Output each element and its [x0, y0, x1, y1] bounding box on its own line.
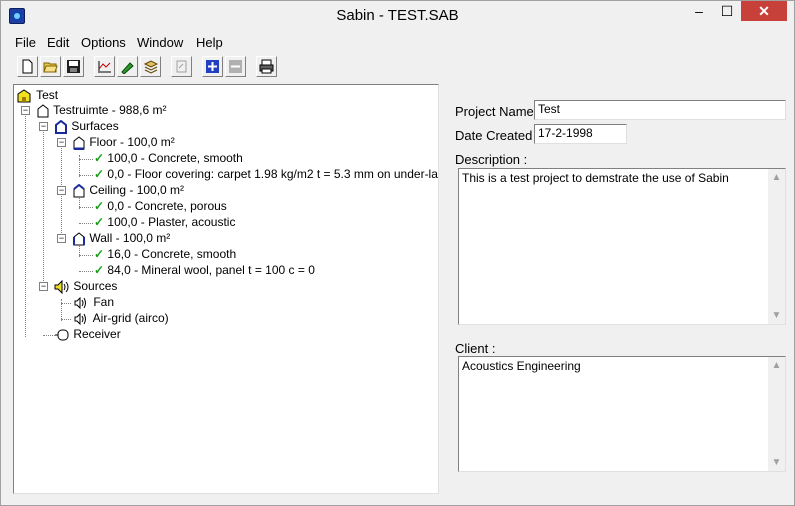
description-text: This is a test project to demstrate the …	[462, 171, 729, 185]
tree-line	[43, 123, 44, 289]
paint-icon	[121, 62, 134, 74]
print-button[interactable]	[256, 56, 277, 77]
check-icon: ✓	[94, 263, 105, 277]
tree-line	[79, 159, 93, 160]
collapse-toggle[interactable]: −	[39, 282, 48, 291]
collapse-toggle[interactable]: −	[21, 106, 30, 115]
tree-item-material[interactable]: ✓ 84,0 - Mineral wool, panel t = 100 c =…	[94, 262, 315, 278]
check-icon: ✓	[94, 151, 105, 165]
collapse-toggle[interactable]: −	[57, 186, 66, 195]
client-textarea[interactable]: Acoustics Engineering ▲ ▼	[458, 356, 786, 472]
tree-line	[61, 303, 71, 304]
check-icon: ✓	[94, 247, 105, 261]
add-icon	[206, 60, 219, 73]
save-icon	[67, 60, 80, 73]
speaker-icon	[54, 279, 69, 295]
menu-edit[interactable]: Edit	[47, 35, 69, 50]
client-text: Acoustics Engineering	[462, 359, 581, 373]
surfaces-icon	[55, 119, 67, 134]
minimize-button[interactable]: –	[685, 1, 713, 21]
scroll-down-icon[interactable]: ▼	[768, 307, 785, 324]
maximize-button[interactable]: ☐	[713, 1, 741, 21]
collapse-toggle[interactable]: −	[57, 234, 66, 243]
tree-item-material[interactable]: ✓ 100,0 - Plaster, acoustic	[94, 214, 235, 230]
wall-icon	[73, 232, 85, 246]
small-speaker-icon	[74, 312, 86, 326]
scroll-up-icon[interactable]: ▲	[768, 357, 785, 374]
open-icon	[43, 62, 58, 73]
tree-item-room[interactable]: Testruimte - 988,6 m²	[36, 102, 167, 118]
tree-item-source[interactable]: Air-grid (airco)	[72, 310, 169, 326]
tree-line	[79, 271, 93, 272]
description-textarea[interactable]: This is a test project to demstrate the …	[458, 168, 786, 325]
tree-root[interactable]: Test	[17, 87, 58, 103]
tree-item-material[interactable]: ✓ 100,0 - Concrete, smooth	[94, 150, 243, 166]
collapse-toggle[interactable]: −	[39, 122, 48, 131]
tree-item-wall[interactable]: Wall - 100,0 m²	[72, 230, 170, 246]
tree-item-material[interactable]: ✓ 0,0 - Floor covering: carpet 1.98 kg/m…	[94, 166, 438, 182]
save-button[interactable]	[63, 56, 84, 77]
tree-item-sources[interactable]: Sources	[54, 278, 117, 295]
receiver-icon	[55, 329, 69, 341]
tree-item-ceiling[interactable]: Ceiling - 100,0 m²	[72, 182, 184, 198]
check-icon: ✓	[94, 167, 105, 181]
print-icon	[259, 59, 274, 74]
edit-icon	[176, 60, 187, 73]
paint-button[interactable]	[117, 56, 138, 77]
tree-line	[25, 107, 26, 337]
project-name-label: Project Name :	[455, 104, 541, 119]
window-title: Sabin - TEST.SAB	[336, 7, 459, 24]
tree-line	[79, 223, 93, 224]
client-label: Client :	[455, 341, 496, 356]
remove-button[interactable]	[225, 56, 246, 77]
tree-item-source[interactable]: Fan	[72, 294, 114, 310]
ceiling-icon	[73, 183, 85, 198]
tree-item-surfaces[interactable]: Surfaces	[54, 118, 119, 134]
add-button[interactable]	[202, 56, 223, 77]
tree-item-receiver[interactable]: Receiver	[54, 326, 121, 342]
layers-icon	[143, 60, 158, 74]
room-icon	[37, 104, 49, 118]
tree-line	[79, 207, 93, 208]
toolbar	[1, 54, 794, 82]
menu-window[interactable]: Window	[137, 35, 183, 50]
title-bar: Sabin - TEST.SAB – ☐ ✕	[1, 1, 794, 31]
description-scrollbar[interactable]: ▲ ▼	[768, 169, 785, 324]
new-button[interactable]	[17, 56, 38, 77]
tree-line	[79, 175, 93, 176]
menu-options[interactable]: Options	[81, 35, 126, 50]
client-scrollbar[interactable]: ▲ ▼	[768, 357, 785, 471]
tree-item-material[interactable]: ✓ 16,0 - Concrete, smooth	[94, 246, 236, 262]
tree-item-floor[interactable]: Floor - 100,0 m²	[72, 134, 175, 151]
project-tree[interactable]: Test − Testruimte - 988,6 m² − Surfaces …	[13, 84, 439, 494]
remove-icon	[229, 60, 242, 73]
date-created-field[interactable]: 17-2-1998	[534, 124, 627, 144]
menu-file[interactable]: File	[15, 35, 36, 50]
scroll-down-icon[interactable]: ▼	[768, 454, 785, 471]
menu-help[interactable]: Help	[196, 35, 223, 50]
floor-icon	[73, 136, 85, 151]
small-speaker-icon	[74, 296, 86, 310]
date-created-label: Date Created :	[455, 128, 540, 143]
menu-bar: File Edit Options Window Help	[1, 32, 794, 52]
tree-line	[79, 255, 93, 256]
edit-button[interactable]	[171, 56, 192, 77]
open-button[interactable]	[40, 56, 61, 77]
chart-button[interactable]	[94, 56, 115, 77]
project-icon	[17, 89, 31, 103]
check-icon: ✓	[94, 199, 105, 213]
description-label: Description :	[455, 152, 528, 167]
new-icon	[22, 59, 33, 74]
close-button[interactable]: ✕	[741, 1, 787, 21]
chart-icon	[98, 61, 111, 73]
collapse-toggle[interactable]: −	[57, 138, 66, 147]
tree-root-label: Test	[36, 88, 59, 102]
tree-line	[61, 319, 71, 320]
tree-item-material[interactable]: ✓ 0,0 - Concrete, porous	[94, 198, 227, 214]
check-icon: ✓	[94, 215, 105, 229]
scroll-up-icon[interactable]: ▲	[768, 169, 785, 186]
project-name-field[interactable]: Test	[534, 100, 786, 120]
layers-button[interactable]	[140, 56, 161, 77]
app-window: Sabin - TEST.SAB – ☐ ✕ File Edit Options…	[0, 0, 795, 506]
